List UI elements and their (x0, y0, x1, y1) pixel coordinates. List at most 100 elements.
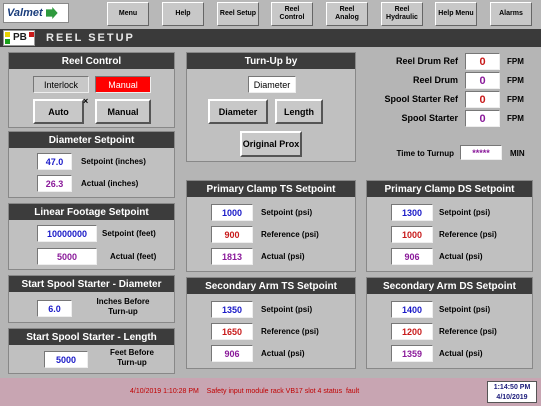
spool-diameter-label: Inches Before Turn-up (96, 297, 150, 316)
manual-status-indicator: Manual (95, 76, 151, 93)
nav-alarms-button[interactable]: Alarms (490, 2, 532, 26)
secondary-arm-ts-actual-label: Actual (psi) (261, 349, 305, 358)
reel-drum-value: 0 (465, 72, 500, 89)
auto-button[interactable]: Auto (33, 99, 84, 124)
spool-starter-ref-label: Spool Starter Ref (384, 94, 458, 104)
nav-reel-analog-button[interactable]: Reel Analog (326, 2, 368, 26)
spool-diameter-header: Start Spool Starter - Diameter (9, 276, 174, 292)
turnup-length-button[interactable]: Length (275, 99, 323, 124)
spool-diameter-panel: Start Spool Starter - Diameter 6.0 Inche… (8, 275, 175, 323)
primary-clamp-ts-setpoint-input[interactable]: 1000 (211, 204, 253, 221)
secondary-arm-ds-header: Secondary Arm DS Setpoint (367, 278, 532, 294)
x-mark: × (83, 96, 89, 106)
linear-footage-header: Linear Footage Setpoint (9, 204, 174, 220)
turnup-header: Turn-Up by (187, 53, 355, 69)
diameter-setpoint-input[interactable]: 47.0 (37, 153, 72, 170)
primary-clamp-ds-reference-value: 1000 (391, 226, 433, 243)
linear-footage-setpoint-input[interactable]: 10000000 (37, 225, 97, 242)
primary-clamp-ds-setpoint-input[interactable]: 1300 (391, 204, 433, 221)
alarm-message: 4/10/2019 1:10:28 PM Safety input module… (130, 388, 360, 395)
turnup-panel: Turn-Up by Diameter Diameter Length Orig… (186, 52, 356, 162)
time-to-turnup-unit: MIN (510, 149, 525, 158)
spool-starter-value: 0 (465, 110, 500, 127)
primary-clamp-ds-actual-label: Actual (psi) (439, 252, 483, 261)
reel-drum-ref-label: Reel Drum Ref (395, 56, 458, 66)
primary-clamp-ts-setpoint-label: Setpoint (psi) (261, 208, 313, 217)
spool-starter-ref-value: 0 (465, 91, 500, 108)
reel-control-panel: Reel Control Interlock Manual Auto × Man… (8, 52, 175, 128)
nav-menu-button[interactable]: Menu (107, 2, 149, 26)
diameter-actual-value: 26.3 (37, 175, 72, 192)
linear-footage-setpoint-label: Setpoint (feet) (102, 229, 156, 238)
valmet-logo: Valmet (3, 3, 69, 23)
nav-reel-control-button[interactable]: Reel Control (271, 2, 313, 26)
secondary-arm-ds-reference-label: Reference (psi) (439, 327, 497, 336)
turnup-diameter-button[interactable]: Diameter (208, 99, 268, 124)
badge-green-square (5, 39, 10, 44)
diameter-setpoint-panel: Diameter Setpoint 47.0 Setpoint (inches)… (8, 131, 175, 198)
secondary-arm-ts-setpoint-input[interactable]: 1350 (211, 301, 253, 318)
nav-reel-setup-button[interactable]: Reel Setup (217, 2, 259, 26)
primary-clamp-ts-reference-value: 900 (211, 226, 253, 243)
badge-red-square (29, 32, 34, 37)
spool-length-panel: Start Spool Starter - Length 5000 Feet B… (8, 328, 175, 374)
reel-drum-ref-unit: FPM (507, 57, 524, 66)
spool-length-label: Feet Before Turn-up (109, 348, 154, 367)
primary-clamp-ts-actual-value: 1813 (211, 248, 253, 265)
secondary-arm-ds-panel: Secondary Arm DS Setpoint 1400 Setpoint … (366, 277, 533, 369)
primary-clamp-ts-header: Primary Clamp TS Setpoint (187, 181, 355, 197)
turnup-original-prox-button[interactable]: Original Prox (240, 131, 302, 157)
clock-time: 1:14:50 PM (493, 384, 531, 391)
secondary-arm-ds-setpoint-input[interactable]: 1400 (391, 301, 433, 318)
nav-reel-hydraulic-button[interactable]: Reel Hydraulic (381, 2, 423, 26)
turnup-selected-indicator: Diameter (248, 76, 296, 93)
badge-yellow-square (5, 32, 10, 37)
secondary-arm-ds-actual-label: Actual (psi) (439, 349, 483, 358)
secondary-arm-ts-reference-label: Reference (psi) (261, 327, 319, 336)
primary-clamp-ds-panel: Primary Clamp DS Setpoint 1300 Setpoint … (366, 180, 533, 272)
secondary-arm-ds-setpoint-label: Setpoint (psi) (439, 305, 491, 314)
secondary-arm-ts-actual-value: 906 (211, 345, 253, 362)
nav-help-menu-button[interactable]: Help Menu (435, 2, 477, 26)
page-title: REEL SETUP (46, 32, 135, 44)
linear-footage-actual-label: Actual (feet) (110, 252, 157, 261)
spool-starter-unit: FPM (507, 114, 524, 123)
diameter-setpoint-label: Setpoint (inches) (81, 157, 146, 166)
linear-footage-panel: Linear Footage Setpoint 10000000 Setpoin… (8, 203, 175, 270)
primary-clamp-ds-actual-value: 906 (391, 248, 433, 265)
interlock-indicator: Interlock (33, 76, 89, 93)
spool-starter-ref-unit: FPM (507, 95, 524, 104)
diameter-actual-label: Actual (inches) (81, 179, 139, 188)
reel-control-header: Reel Control (9, 53, 174, 69)
secondary-arm-ts-setpoint-label: Setpoint (psi) (261, 305, 313, 314)
spool-length-header: Start Spool Starter - Length (9, 329, 174, 345)
primary-clamp-ts-reference-label: Reference (psi) (261, 230, 319, 239)
diameter-setpoint-header: Diameter Setpoint (9, 132, 174, 148)
clock-date: 4/10/2019 (496, 394, 528, 401)
reel-drum-ref-value: 0 (465, 53, 500, 70)
pb-badge: PB (3, 30, 35, 46)
badge-text: PB (13, 32, 27, 43)
spool-starter-label: Spool Starter (401, 113, 458, 123)
linear-footage-actual-value: 5000 (37, 248, 97, 265)
secondary-arm-ts-reference-value: 1650 (211, 323, 253, 340)
spool-length-input[interactable]: 5000 (44, 351, 88, 368)
logo-arrow-icon (45, 7, 58, 19)
primary-clamp-ts-panel: Primary Clamp TS Setpoint 1000 Setpoint … (186, 180, 356, 272)
primary-clamp-ds-header: Primary Clamp DS Setpoint (367, 181, 532, 197)
time-to-turnup-label: Time to Turnup (396, 149, 454, 158)
clock-display: 1:14:50 PM 4/10/2019 (487, 381, 537, 403)
secondary-arm-ts-header: Secondary Arm TS Setpoint (187, 278, 355, 294)
reel-drum-unit: FPM (507, 76, 524, 85)
primary-clamp-ds-setpoint-label: Setpoint (psi) (439, 208, 491, 217)
reel-drum-label: Reel Drum (412, 75, 458, 85)
spool-diameter-input[interactable]: 6.0 (37, 300, 72, 317)
secondary-arm-ds-reference-value: 1200 (391, 323, 433, 340)
manual-button[interactable]: Manual (95, 99, 151, 124)
nav-help-button[interactable]: Help (162, 2, 204, 26)
secondary-arm-ds-actual-value: 1359 (391, 345, 433, 362)
primary-clamp-ts-actual-label: Actual (psi) (261, 252, 305, 261)
primary-clamp-ds-reference-label: Reference (psi) (439, 230, 497, 239)
secondary-arm-ts-panel: Secondary Arm TS Setpoint 1350 Setpoint … (186, 277, 356, 369)
time-to-turnup-value: ***** (460, 145, 502, 160)
